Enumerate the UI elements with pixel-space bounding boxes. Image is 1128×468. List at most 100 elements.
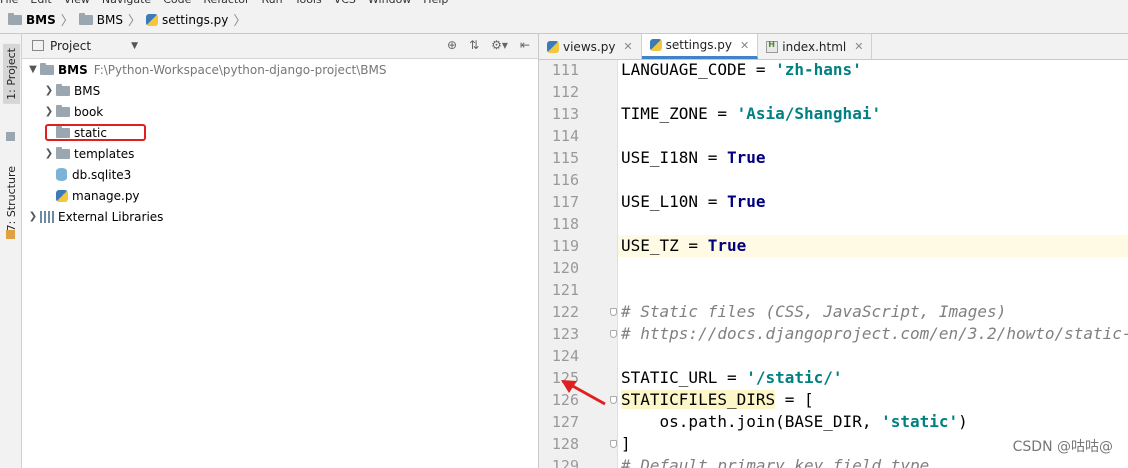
code-line[interactable]: # Static files (CSS, JavaScript, Images) — [621, 302, 1006, 321]
structure-icon — [6, 230, 15, 239]
line-number: 128 — [551, 435, 579, 453]
chevron-right-icon[interactable]: ❯ — [42, 106, 56, 117]
code-line[interactable]: # https://docs.djangoproject.com/en/3.2/… — [621, 324, 1128, 343]
line-number: 121 — [551, 281, 579, 299]
line-number: 115 — [551, 149, 579, 167]
code-line[interactable]: TIME_ZONE = 'Asia/Shanghai' — [621, 104, 881, 123]
project-icon — [6, 132, 15, 141]
chevron-right-icon: 〉 — [233, 14, 247, 29]
code-line[interactable]: os.path.join(BASE_DIR, 'static') — [621, 412, 968, 431]
tree-item-label: book — [74, 104, 104, 119]
tree-item-book[interactable]: ❯ book — [42, 101, 103, 122]
tab-label: settings.py — [665, 38, 733, 52]
python-file-icon — [56, 189, 68, 202]
fold-marker-icon[interactable] — [610, 330, 617, 338]
library-icon — [40, 210, 54, 223]
project-view-icon — [32, 40, 44, 51]
code-line[interactable]: LANGUAGE_CODE = 'zh-hans' — [621, 60, 862, 79]
tree-item-label: External Libraries — [58, 209, 164, 224]
line-number: 118 — [551, 215, 579, 233]
python-file-icon — [145, 13, 158, 26]
tree-item-templates[interactable]: ❯ templates — [42, 143, 134, 164]
tool-window-strip: 1: Project 7: Structure — [0, 34, 22, 468]
line-number: 117 — [551, 193, 579, 211]
fold-marker-icon[interactable] — [610, 396, 617, 404]
line-number: 113 — [551, 105, 579, 123]
tree-item-label: templates — [74, 146, 135, 161]
folder-icon — [40, 62, 54, 75]
html-file-icon — [766, 40, 779, 53]
line-number: 123 — [551, 325, 579, 343]
line-number: 116 — [551, 171, 579, 189]
code-line[interactable]: ] — [621, 434, 631, 453]
editor-tabs: views.py ✕ settings.py ✕ index.html ✕ — [539, 34, 1128, 60]
tree-item-manage-py[interactable]: manage.py — [42, 185, 140, 206]
locate-icon[interactable]: ⊕ — [447, 38, 457, 52]
breadcrumb: BMS 〉 BMS 〉 settings.py 〉 — [0, 10, 251, 29]
breadcrumb-item-project[interactable]: BMS — [26, 13, 56, 27]
code-line[interactable]: STATICFILES_DIRS = [ — [621, 390, 814, 409]
code-line[interactable]: STATIC_URL = '/static/' — [621, 368, 843, 387]
tree-item-bms[interactable]: ❯ BMS — [42, 80, 100, 101]
project-panel-title[interactable]: Project — [50, 39, 91, 53]
gear-icon[interactable]: ⚙▾ — [491, 38, 508, 52]
tab-project-tool-window[interactable]: 1: Project — [3, 44, 20, 104]
line-number: 127 — [551, 413, 579, 431]
folder-icon — [78, 12, 93, 25]
chevron-right-icon: 〉 — [60, 14, 74, 29]
tree-item-label: db.sqlite3 — [72, 167, 132, 182]
close-icon[interactable]: ✕ — [854, 40, 863, 53]
line-number: 111 — [551, 61, 579, 79]
chevron-right-icon: 〉 — [127, 14, 141, 29]
project-panel-toolbar: ⊕ ⇅ ⚙▾ ⇤ — [447, 38, 530, 52]
tree-item-db-sqlite3[interactable]: db.sqlite3 — [42, 164, 131, 185]
chevron-right-icon[interactable]: ❯ — [42, 85, 56, 96]
close-icon[interactable]: ✕ — [740, 39, 749, 52]
line-number: 122 — [551, 303, 579, 321]
database-icon — [56, 168, 67, 181]
line-number: 129 — [551, 457, 579, 468]
tab-index-html[interactable]: index.html ✕ — [758, 34, 873, 59]
watermark: CSDN @咕咕@ — [1012, 439, 1113, 455]
tab-structure-tool-window[interactable]: 7: Structure — [3, 162, 20, 235]
project-panel: Project ▼ ⊕ ⇅ ⚙▾ ⇤ ▼ BMS F:\Python-Works… — [22, 34, 539, 468]
folder-icon — [56, 146, 70, 159]
line-number: 124 — [551, 347, 579, 365]
code-line[interactable]: USE_I18N = True — [621, 148, 766, 167]
fold-marker-icon[interactable] — [610, 308, 617, 316]
tree-item-label: manage.py — [72, 188, 140, 203]
tab-settings-py[interactable]: settings.py ✕ — [641, 34, 759, 59]
root-folder-label: BMS — [58, 62, 88, 77]
tab-label: views.py — [563, 39, 616, 54]
line-number: 114 — [551, 127, 579, 145]
chevron-right-icon[interactable]: ❯ — [26, 211, 40, 222]
code-line[interactable]: USE_L10N = True — [621, 192, 766, 211]
chevron-down-icon[interactable]: ▼ — [26, 64, 40, 75]
annotation-highlight-box — [45, 124, 146, 141]
line-number: 120 — [551, 259, 579, 277]
breadcrumb-item-package[interactable]: BMS — [97, 13, 123, 27]
python-file-icon — [649, 39, 662, 51]
code-line[interactable]: USE_TZ = True — [621, 236, 746, 255]
chevron-down-icon[interactable]: ▼ — [131, 41, 138, 51]
navigation-bar: BMS 〉 BMS 〉 settings.py 〉 — [0, 6, 1128, 34]
breadcrumb-item-file[interactable]: settings.py — [162, 13, 228, 27]
project-panel-header: Project ▼ ⊕ ⇅ ⚙▾ ⇤ — [22, 34, 538, 59]
folder-icon — [56, 83, 70, 96]
line-number: 119 — [551, 237, 579, 255]
folder-icon — [56, 104, 70, 117]
tree-item-external-libraries[interactable]: ❯ External Libraries — [26, 206, 164, 227]
tree-root-item[interactable]: ▼ BMS F:\Python-Workspace\python-django-… — [26, 59, 387, 80]
code-editor: views.py ✕ settings.py ✕ index.html ✕ 11… — [539, 34, 1128, 468]
tab-views-py[interactable]: views.py ✕ — [539, 34, 642, 59]
fold-marker-icon[interactable] — [610, 440, 617, 448]
close-icon[interactable]: ✕ — [623, 40, 632, 53]
hide-icon[interactable]: ⇤ — [520, 38, 530, 52]
code-line[interactable]: # Default primary key field type — [621, 456, 929, 468]
python-file-icon — [547, 40, 559, 53]
chevron-right-icon[interactable]: ❯ — [42, 148, 56, 159]
collapse-all-icon[interactable]: ⇅ — [469, 38, 479, 52]
annotation-arrow-icon — [561, 380, 606, 406]
root-folder-path: F:\Python-Workspace\python-django-projec… — [93, 62, 387, 77]
tab-label: index.html — [782, 39, 847, 54]
